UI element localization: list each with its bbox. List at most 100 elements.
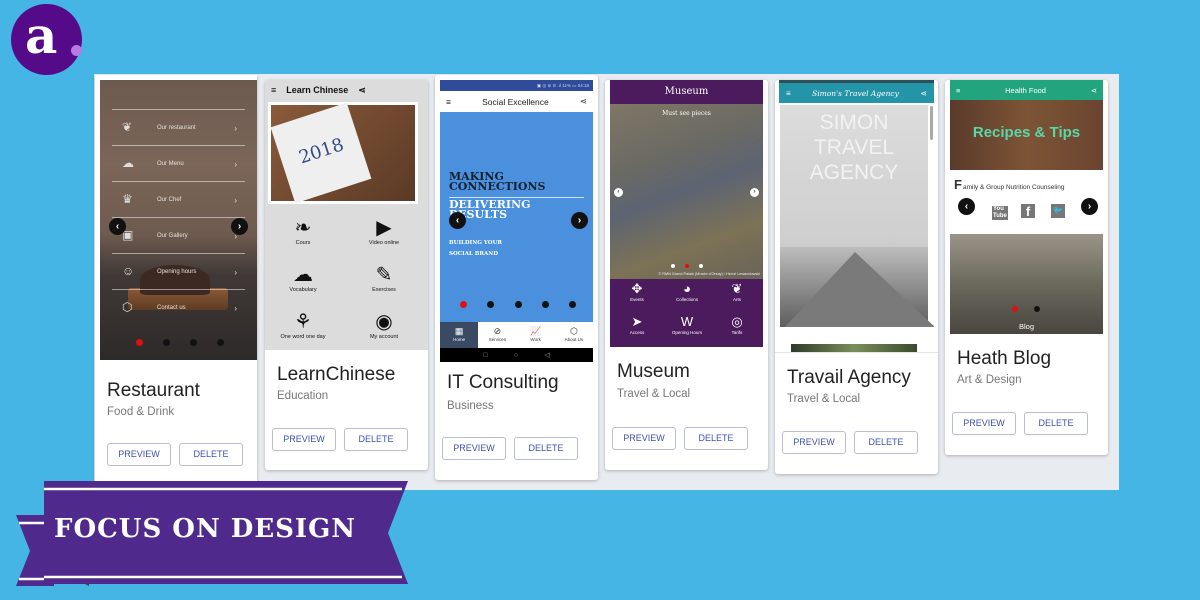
preview-button[interactable]: PREVIEW bbox=[782, 431, 846, 454]
logo-dot bbox=[71, 45, 82, 56]
chart-icon: 📈 bbox=[530, 326, 542, 336]
screen-title: Museum bbox=[610, 80, 763, 104]
app-category: Business bbox=[447, 400, 494, 412]
carousel-prev-icon[interactable]: ‹ bbox=[109, 218, 126, 235]
soundcloud-icon: ☁ bbox=[293, 264, 313, 286]
preview-button[interactable]: PREVIEW bbox=[952, 412, 1016, 435]
delete-button[interactable]: DELETE bbox=[1024, 412, 1088, 435]
share-icon[interactable]: ⋖ bbox=[1091, 86, 1097, 95]
status-bar: ▣ ◎ ⊚ ≋ .ıl 11% ▭ 04:18 bbox=[440, 80, 593, 91]
app-screenshot: ≡ Simon's Travel Agency ⋖ SIMON TRAVEL A… bbox=[779, 80, 934, 352]
focus-on-design-banner: FOCUS ON DESIGN bbox=[14, 481, 414, 596]
scrollbar[interactable] bbox=[930, 106, 933, 140]
preview-button[interactable]: PREVIEW bbox=[442, 437, 506, 460]
cloud-icon: ☁ bbox=[122, 156, 134, 170]
share-icon[interactable]: ⋖ bbox=[580, 96, 587, 107]
menu-item: ⬡ Contact us › bbox=[112, 289, 245, 325]
carousel-prev-icon[interactable]: ‹ bbox=[614, 188, 623, 197]
menu-icon[interactable]: ≡ bbox=[446, 97, 451, 107]
grid-item: ▶ Video online bbox=[349, 216, 419, 246]
services-icon: ⊘ bbox=[493, 326, 502, 336]
grid-item: ❧ Cours bbox=[268, 216, 338, 246]
chevron-right-icon: › bbox=[234, 124, 237, 133]
hero-image: SIMON TRAVEL AGENCY bbox=[780, 105, 934, 327]
menu-icon[interactable]: ≡ bbox=[956, 86, 960, 95]
home-icon[interactable]: ○ bbox=[514, 352, 518, 359]
app-screenshot: Museum Must see pieces ‹ › © RMN Grand P… bbox=[610, 80, 763, 348]
twitter-icon[interactable]: 🐦 bbox=[1051, 204, 1065, 218]
preview-button[interactable]: PREVIEW bbox=[272, 428, 336, 451]
delete-button[interactable]: DELETE bbox=[514, 437, 578, 460]
app-category: Education bbox=[277, 390, 329, 402]
tab-services[interactable]: ⊘ Services bbox=[478, 322, 516, 348]
delete-button[interactable]: DELETE bbox=[854, 431, 918, 454]
hero-image: Recipes & Tips bbox=[950, 100, 1103, 170]
feature-grid: ✥ Events ◕ Collections ❦ Arts ➤ Access W Open… bbox=[610, 279, 763, 347]
carousel-dots bbox=[136, 339, 224, 346]
carousel-dots bbox=[460, 301, 576, 308]
menu-item: ♛ Our Chef › bbox=[112, 181, 245, 217]
pencil-icon: ✎ bbox=[375, 264, 393, 286]
screen-title: Social Excellence bbox=[482, 96, 549, 107]
carousel-next-icon[interactable]: › bbox=[231, 218, 248, 235]
plant-icon: ⚘ bbox=[294, 311, 312, 333]
recents-icon[interactable]: □ bbox=[483, 352, 487, 359]
tab-about-us[interactable]: ⬡ About Us bbox=[555, 322, 593, 348]
carousel-next-icon[interactable]: › bbox=[571, 212, 588, 229]
chevron-right-icon: › bbox=[234, 160, 237, 169]
grid-item: ◉ My account bbox=[349, 310, 419, 340]
youtube-icon[interactable]: You Tube bbox=[992, 206, 1008, 220]
grid-item: ☁ Vocabulary bbox=[268, 263, 338, 293]
app-header: ≡ Simon's Travel Agency ⋖ bbox=[779, 80, 934, 103]
grid-item: W Opening Hours bbox=[662, 314, 712, 335]
delete-button[interactable]: DELETE bbox=[344, 428, 408, 451]
smiley-icon: ☺ bbox=[122, 264, 135, 278]
app-card-travail-agency: ≡ Simon's Travel Agency ⋖ SIMON TRAVEL A… bbox=[775, 80, 938, 474]
leaf-icon: ❧ bbox=[294, 217, 312, 239]
preview-button[interactable]: PREVIEW bbox=[107, 443, 171, 466]
events-icon: ✥ bbox=[631, 281, 643, 296]
app-screenshot: ❦ Our restaurant › ☁ Our Menu › ♛ Our Chef › ▣… bbox=[100, 80, 257, 360]
tab-work[interactable]: 📈 Work bbox=[517, 322, 555, 348]
hero-image: 2018 bbox=[268, 102, 418, 204]
preview-button[interactable]: PREVIEW bbox=[612, 427, 676, 450]
app-info: Heath Blog Art & Design PREVIEW DELETE bbox=[945, 334, 1108, 455]
chevron-right-icon: › bbox=[234, 196, 237, 205]
app-info: LearnChinese Education PREVIEW DELETE bbox=[265, 350, 428, 470]
app-card-learnchinese: ≡ Learn Chinese ⋖ 2018 ❧ Cours ▶ Video onl… bbox=[265, 80, 428, 470]
carousel-prev-icon[interactable]: ‹ bbox=[958, 198, 975, 215]
tariffs-icon: ◎ bbox=[731, 314, 743, 329]
facebook-icon[interactable]: f bbox=[1021, 204, 1035, 219]
grid-item: ✎ Exercises bbox=[349, 263, 419, 293]
app-info: Restaurant Food & Drink PREVIEW DELETE bbox=[95, 365, 257, 489]
share-icon[interactable]: ⋖ bbox=[920, 89, 927, 98]
blog-image: Blog bbox=[950, 234, 1103, 334]
grid-item: ◎ Tarifs bbox=[712, 314, 762, 335]
back-icon[interactable]: ◁ bbox=[544, 351, 549, 359]
painting-image: Must see pieces ‹ › © RMN Grand Palais (… bbox=[610, 104, 763, 279]
arts-icon: ❦ bbox=[731, 281, 743, 296]
grid-item: ◕ Collections bbox=[662, 281, 712, 302]
collections-icon: ◕ bbox=[683, 281, 691, 296]
menu-icon[interactable]: ≡ bbox=[786, 89, 791, 98]
grid-item: ❦ Arts bbox=[712, 281, 762, 302]
app-name: LearnChinese bbox=[277, 364, 396, 385]
chevron-right-icon: › bbox=[234, 268, 237, 277]
carousel-prev-icon[interactable]: ‹ bbox=[449, 212, 466, 229]
youtube-icon: ▶ bbox=[376, 217, 392, 239]
carousel-next-icon[interactable]: › bbox=[1081, 198, 1098, 215]
opening-hours-icon: W bbox=[680, 314, 694, 329]
grid-item: ➤ Access bbox=[612, 314, 662, 335]
delete-button[interactable]: DELETE bbox=[684, 427, 748, 450]
delete-button[interactable]: DELETE bbox=[179, 443, 243, 466]
grid-icon: ▦ bbox=[454, 326, 464, 336]
app-category: Food & Drink bbox=[107, 406, 175, 418]
tab-home[interactable]: ▦ Home bbox=[440, 322, 479, 348]
app-screenshot: ≡ Health Food ⋖ Recipes & Tips F amily &… bbox=[950, 80, 1103, 334]
thumbnail-image bbox=[791, 344, 917, 352]
menu-icon[interactable]: ≡ bbox=[271, 85, 276, 95]
carousel-next-icon[interactable]: › bbox=[750, 188, 759, 197]
screen-title: Health Food bbox=[1005, 85, 1046, 95]
share-icon[interactable]: ⋖ bbox=[358, 85, 366, 96]
app-info: IT Consulting Business PREVIEW DELETE bbox=[435, 362, 598, 480]
